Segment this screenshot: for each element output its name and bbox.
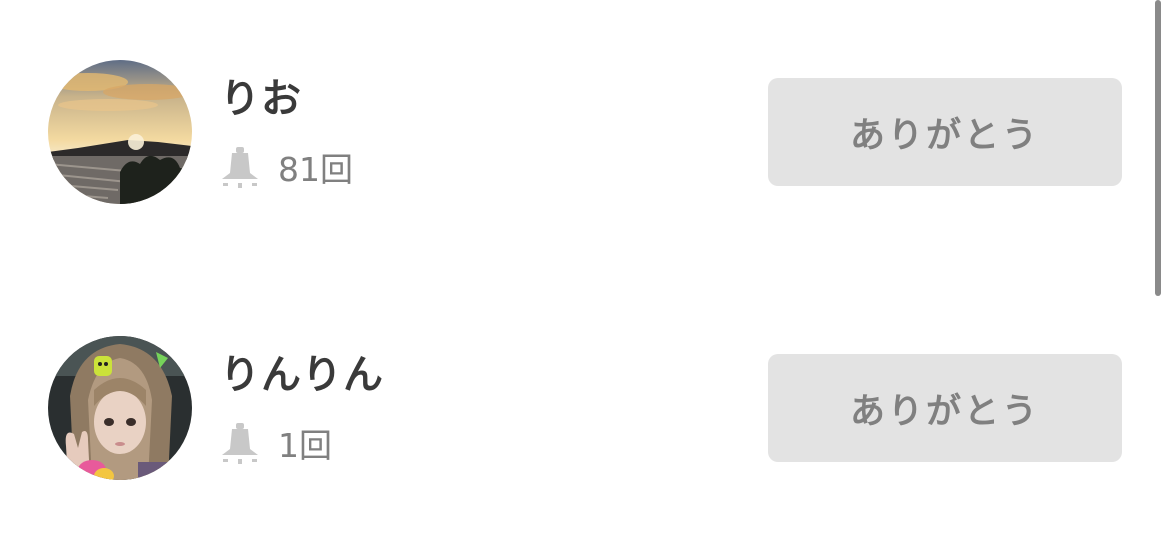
supporter-row: りんりん 1回 ありがとう (0, 334, 1150, 484)
avatar[interactable] (48, 60, 192, 204)
sunset-landscape-photo (48, 60, 192, 204)
avatar[interactable] (48, 336, 192, 480)
thanks-button[interactable]: ありがとう (768, 78, 1122, 186)
support-count: 81回 (222, 144, 353, 190)
support-count: 1回 (222, 420, 332, 466)
count-label: 81回 (278, 150, 353, 189)
supporter-name: りお (220, 76, 302, 122)
count-label: 1回 (278, 426, 332, 465)
scrollbar[interactable] (1155, 0, 1161, 296)
bell-icon (222, 423, 258, 464)
girl-portrait-photo (48, 336, 192, 480)
thanks-button[interactable]: ありがとう (768, 354, 1122, 462)
supporter-list: りお 81回 ありがとう りんりん 1回 ありがとう (0, 0, 1170, 554)
supporter-name: りんりん (220, 352, 384, 398)
bell-icon (222, 147, 258, 188)
supporter-row: りお 81回 ありがとう (0, 58, 1150, 208)
